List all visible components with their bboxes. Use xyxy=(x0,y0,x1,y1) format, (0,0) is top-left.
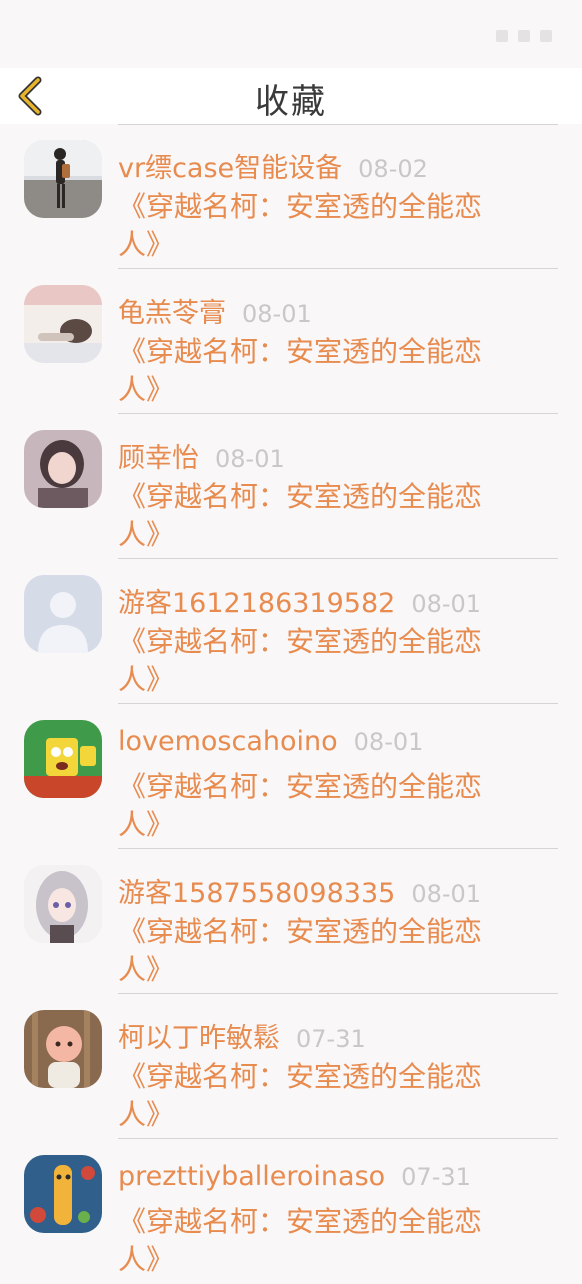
date: 08-01 xyxy=(242,300,312,328)
list-item[interactable]: 龟羔苓膏 08-01 《穿越名柯：安室透的全能恋人》 xyxy=(0,269,582,414)
default-user-icon xyxy=(24,575,102,653)
avatar xyxy=(24,285,102,363)
user-name: 柯以丁昨敏鬆 xyxy=(118,1023,280,1054)
list-item[interactable]: 柯以丁昨敏鬆 07-31 《穿越名柯：安室透的全能恋人》 xyxy=(0,994,582,1139)
avatar xyxy=(24,1155,102,1233)
page-title: 收藏 xyxy=(255,82,327,122)
signal-icon xyxy=(496,30,508,42)
user-name: vr缥case智能设备 xyxy=(118,153,343,184)
book-title: 《穿越名柯：安室透的全能恋人》 xyxy=(118,770,483,841)
user-name: lovemoscahoino xyxy=(118,726,338,757)
book-title: 《穿越名柯：安室透的全能恋人》 xyxy=(118,1205,483,1276)
list-item[interactable]: lovemoscahoino 08-01 《穿越名柯：安室透的全能恋人》 xyxy=(0,704,582,849)
favorites-list: vr缥case智能设备 08-02 《穿越名柯：安室透的全能恋人》 龟羔苓膏 0… xyxy=(0,124,582,1284)
book-title: 《穿越名柯：安室透的全能恋人》 xyxy=(118,190,483,261)
user-name: prezttiyballeroinaso xyxy=(118,1161,386,1192)
date: 08-01 xyxy=(215,445,285,473)
book-title: 《穿越名柯：安室透的全能恋人》 xyxy=(118,1060,483,1131)
list-item[interactable]: prezttiyballeroinaso 07-31 《穿越名柯：安室透的全能恋… xyxy=(0,1139,582,1284)
book-title: 《穿越名柯：安室透的全能恋人》 xyxy=(118,335,483,406)
avatar xyxy=(24,140,102,218)
list-item[interactable]: vr缥case智能设备 08-02 《穿越名柯：安室透的全能恋人》 xyxy=(0,124,582,269)
battery-icon xyxy=(540,30,552,42)
avatar xyxy=(24,430,102,508)
date: 07-31 xyxy=(401,1163,471,1191)
book-title: 《穿越名柯：安室透的全能恋人》 xyxy=(118,625,483,696)
date: 08-01 xyxy=(411,880,482,908)
status-bar xyxy=(0,0,582,68)
avatar xyxy=(24,1010,102,1088)
list-item[interactable]: 顾幸怡 08-01 《穿越名柯：安室透的全能恋人》 xyxy=(0,414,582,559)
date: 07-31 xyxy=(296,1025,366,1053)
date: 08-01 xyxy=(411,590,482,618)
avatar xyxy=(24,575,102,653)
date: 08-02 xyxy=(358,155,428,183)
user-name: 游客1587558098335 xyxy=(118,878,396,909)
user-name: 顾幸怡 xyxy=(118,443,199,474)
date: 08-01 xyxy=(353,728,424,756)
book-title: 《穿越名柯：安室透的全能恋人》 xyxy=(118,480,483,551)
status-icons xyxy=(496,30,552,42)
top-bar: 收藏 xyxy=(0,68,582,124)
avatar xyxy=(24,865,102,943)
list-item[interactable]: 游客1612186319582 08-01 《穿越名柯：安室透的全能恋人》 xyxy=(0,559,582,704)
avatar xyxy=(24,720,102,798)
list-item[interactable]: 游客1587558098335 08-01 《穿越名柯：安室透的全能恋人》 xyxy=(0,849,582,994)
user-name: 龟羔苓膏 xyxy=(118,298,226,329)
book-title: 《穿越名柯：安室透的全能恋人》 xyxy=(118,915,483,986)
wifi-icon xyxy=(518,30,530,42)
user-name: 游客1612186319582 xyxy=(118,588,396,619)
